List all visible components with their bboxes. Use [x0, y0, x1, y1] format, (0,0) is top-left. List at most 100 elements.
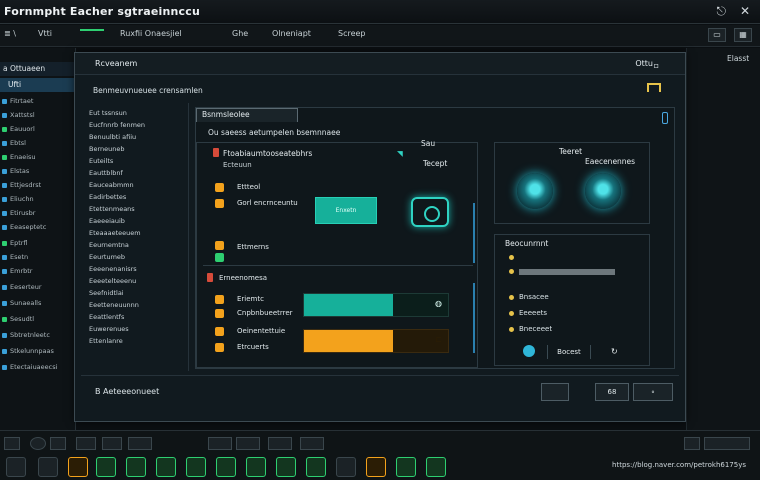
nav-item[interactable]: Eeurtumeb: [89, 253, 125, 261]
sidebar-header[interactable]: a Ottuaeen: [0, 62, 76, 76]
row-label: Oeinentettuie: [237, 327, 286, 335]
sidebar-item[interactable]: Etectaiuaeecsi: [2, 362, 57, 372]
nav-item[interactable]: Eeurnemtna: [89, 241, 129, 249]
sidebar-item[interactable]: Emrbtr: [2, 266, 32, 276]
footer-button-minimize[interactable]: [541, 383, 569, 401]
nav-item[interactable]: Berneuneb: [89, 145, 125, 153]
menu-item-screen[interactable]: Screep: [338, 29, 366, 38]
nav-item[interactable]: Eaeeeiauib: [89, 217, 125, 225]
sidebar-item[interactable]: Eptrfl: [2, 238, 28, 248]
app-icon[interactable]: [426, 457, 446, 477]
sidebar-item[interactable]: Sunaealls: [2, 298, 41, 308]
nav-item[interactable]: Eauttblbnf: [89, 169, 123, 177]
app-icon[interactable]: [276, 457, 296, 477]
sync-icon[interactable]: ↻: [611, 347, 618, 356]
app-icon[interactable]: [6, 457, 26, 477]
scroll-indicator-icon[interactable]: [662, 112, 668, 124]
sidebar-item[interactable]: Stkelunnpaas: [2, 346, 54, 356]
sidebar-item[interactable]: Esetn: [2, 252, 28, 262]
app-icon[interactable]: [126, 457, 146, 477]
footer-button-settings[interactable]: 68: [595, 383, 629, 401]
tool-icon[interactable]: [236, 437, 260, 450]
app-icon[interactable]: [246, 457, 266, 477]
menu-item-options[interactable]: Olneniapt: [272, 29, 311, 38]
tool-icon[interactable]: [76, 437, 96, 450]
app-icon[interactable]: [186, 457, 206, 477]
sidebar-item[interactable]: Ettjesdrst: [2, 180, 41, 190]
sidebar-item[interactable]: Xattstsl: [2, 110, 35, 120]
app-icon[interactable]: [38, 457, 58, 477]
nav-item[interactable]: Eut tssnsun: [89, 109, 127, 117]
sidebar-item-selected[interactable]: Ufti: [0, 78, 76, 92]
sidebar-item[interactable]: Eeserteur: [2, 282, 42, 292]
sidebar-item[interactable]: Eliuchn: [2, 194, 34, 204]
nav-item[interactable]: Eauceabmmn: [89, 181, 134, 189]
nav-item[interactable]: Eeetteneuunnn: [89, 301, 139, 309]
dialog-status: Ottu: [635, 59, 653, 68]
action-button[interactable]: Enxetn: [315, 197, 377, 224]
nav-item[interactable]: Eadirbettes: [89, 193, 126, 201]
sidebar-item[interactable]: Fitrtaet: [2, 96, 33, 106]
monitor-icon[interactable]: [684, 437, 700, 450]
tab-main[interactable]: Bsnmsleolee: [196, 108, 298, 122]
menu-item-file[interactable]: ≣ \: [4, 29, 16, 38]
nav-item[interactable]: Euteilts: [89, 157, 113, 165]
share-icon[interactable]: ⎋: [716, 4, 726, 19]
footer-button-close[interactable]: ∘: [633, 383, 673, 401]
nav-item[interactable]: Ettenlanre: [89, 337, 123, 345]
app-icon[interactable]: [396, 457, 416, 477]
sidebar-item[interactable]: Ebtsl: [2, 138, 26, 148]
app-icon[interactable]: [96, 457, 116, 477]
cloud-sync-icon[interactable]: [411, 197, 449, 227]
app-icon[interactable]: [366, 457, 386, 477]
row-label: Eriemtc: [237, 295, 264, 303]
app-icon[interactable]: [68, 457, 88, 477]
sidebar-item[interactable]: Etirusbr: [2, 208, 35, 218]
globe-icon[interactable]: [30, 437, 46, 450]
tool-icon[interactable]: [300, 437, 324, 450]
sidebar-item[interactable]: Sesudtl: [2, 314, 34, 324]
nav-item[interactable]: Eeeenenanisrs: [89, 265, 137, 273]
menu-item-view[interactable]: Vtti: [38, 29, 52, 38]
info-button[interactable]: Bocest: [547, 345, 591, 359]
menu-item-active[interactable]: [80, 29, 104, 31]
sidebar-item[interactable]: Eauuorl: [2, 124, 35, 134]
nav-item[interactable]: Seefnidtlai: [89, 289, 124, 297]
app-icon[interactable]: [216, 457, 236, 477]
nav-item[interactable]: Euwerenues: [89, 325, 129, 333]
nav-item[interactable]: Eeattlentfs: [89, 313, 124, 321]
sidebar-item[interactable]: Elstas: [2, 166, 29, 176]
sidebar-item[interactable]: Enaeisu: [2, 152, 36, 162]
app-icon[interactable]: [156, 457, 176, 477]
tool-icon[interactable]: [50, 437, 66, 450]
nav-item[interactable]: Benuulbti afiiu: [89, 133, 136, 141]
nav-item[interactable]: Eucfnnrb fenmen: [89, 121, 145, 129]
tool-icon[interactable]: [128, 437, 152, 450]
nav-item[interactable]: Eeeetelteeenu: [89, 277, 136, 285]
pin-icon[interactable]: ▫: [654, 61, 659, 70]
tray-icons[interactable]: [704, 437, 750, 450]
status-icon: [215, 327, 224, 336]
layout-icon[interactable]: ▦: [734, 28, 752, 42]
folder-icon: [2, 240, 7, 246]
nav-item[interactable]: Etettenmeans: [89, 205, 135, 213]
app-icon[interactable]: [336, 457, 356, 477]
sidebar-item[interactable]: Eeaseptetc: [2, 222, 46, 232]
tool-icon[interactable]: [208, 437, 232, 450]
scrollbar[interactable]: [473, 203, 475, 263]
globe-small-icon[interactable]: [523, 345, 535, 357]
scrollbar[interactable]: [473, 283, 475, 353]
tool-icon[interactable]: [4, 437, 20, 450]
globe-icon[interactable]: [585, 173, 621, 209]
folder-open-icon[interactable]: [647, 83, 661, 92]
globe-icon[interactable]: [517, 173, 553, 209]
tool-icon[interactable]: [102, 437, 122, 450]
menu-item-edit[interactable]: Ruxfii Onaesjiel: [120, 29, 182, 38]
sidebar-item[interactable]: Sbtretnleetc: [2, 330, 50, 340]
monitor-icon[interactable]: ▭: [708, 28, 726, 42]
menu-item-go[interactable]: Ghe: [232, 29, 248, 38]
nav-item[interactable]: Eteaaaeteeuem: [89, 229, 141, 237]
close-icon[interactable]: ✕: [740, 4, 750, 19]
tool-icon[interactable]: [268, 437, 292, 450]
app-icon[interactable]: [306, 457, 326, 477]
